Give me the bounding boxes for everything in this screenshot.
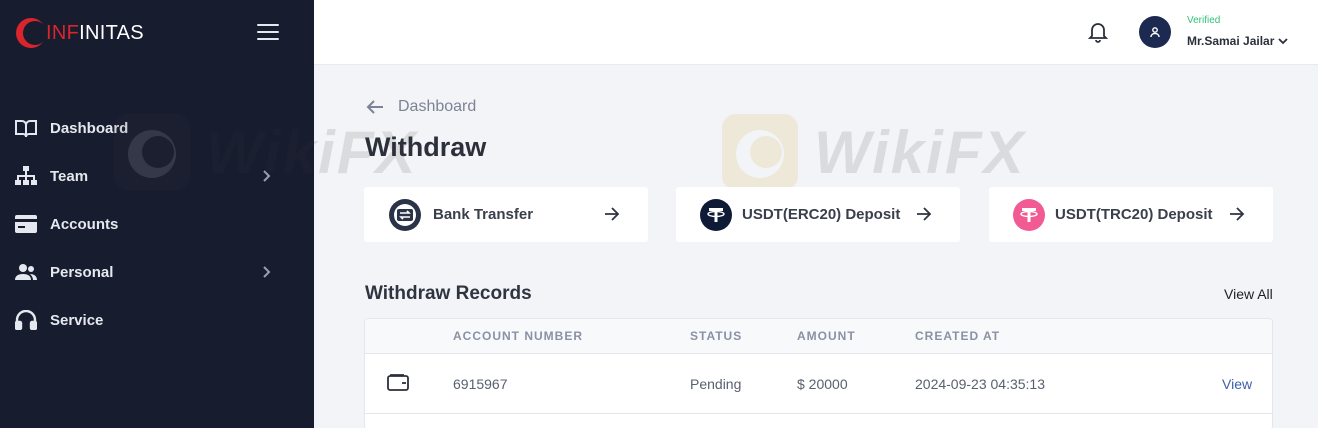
- account-number: 6915967: [453, 376, 508, 392]
- chevron-right-icon: [263, 170, 271, 182]
- chevron-down-icon[interactable]: [1278, 37, 1288, 45]
- records-title: Withdraw Records: [365, 283, 532, 304]
- sidebar-item-accounts[interactable]: Accounts: [0, 200, 314, 248]
- users-icon: [14, 260, 38, 284]
- sidebar-item-personal[interactable]: Personal: [0, 248, 314, 296]
- sidebar-item-label: Service: [50, 311, 104, 329]
- table-row: 6915967 Pending $ 20000 2024-09-23 04:35…: [365, 354, 1272, 414]
- view-all-link[interactable]: View All: [1224, 286, 1273, 302]
- page-title: Withdraw: [365, 132, 487, 162]
- chevron-right-icon: [263, 266, 271, 278]
- column-header: STATUS: [690, 329, 743, 343]
- created-at: 2024-09-23 04:35:13: [915, 376, 1045, 392]
- bell-icon[interactable]: [1087, 21, 1109, 43]
- top-header: Verified Mr.Samai Jailar: [314, 0, 1318, 65]
- verified-badge: Verified: [1187, 15, 1221, 26]
- column-header: CREATED AT: [915, 329, 1001, 343]
- sidebar-nav: Dashboard Team Accounts Personal Service: [0, 104, 314, 344]
- usdt-erc20-card[interactable]: USDT(ERC20) Deposit: [676, 187, 960, 242]
- watermark-logo-icon: [722, 114, 798, 190]
- status: Pending: [690, 376, 742, 392]
- method-label: Bank Transfer: [433, 206, 534, 223]
- amount: $ 20000: [797, 376, 848, 392]
- sitemap-icon: [14, 164, 38, 188]
- brand-logo[interactable]: INFINITAS: [14, 16, 144, 50]
- usdt-trc20-card[interactable]: USDT(TRC20) Deposit: [989, 187, 1273, 242]
- user-name[interactable]: Mr.Samai Jailar: [1187, 34, 1274, 48]
- method-label: USDT(ERC20) Deposit: [742, 206, 901, 223]
- arrow-right-icon: [917, 207, 932, 221]
- headset-icon: [14, 308, 38, 332]
- column-header: ACCOUNT NUMBER: [453, 329, 583, 343]
- logo-crescent-icon: [16, 18, 47, 48]
- sidebar-item-label: Personal: [50, 263, 114, 281]
- withdraw-records-table: ACCOUNT NUMBER STATUS AMOUNT CREATED AT …: [364, 318, 1273, 428]
- wallet-icon: [387, 374, 409, 391]
- sidebar-item-team[interactable]: Team: [0, 152, 314, 200]
- brand-name: INFINITAS: [46, 21, 144, 44]
- view-record-link[interactable]: View: [1222, 376, 1252, 392]
- sidebar-item-service[interactable]: Service: [0, 296, 314, 344]
- arrow-left-icon[interactable]: [366, 99, 384, 115]
- column-header: AMOUNT: [797, 329, 856, 343]
- breadcrumb[interactable]: Dashboard: [366, 98, 476, 116]
- sidebar-item-label: Team: [50, 167, 89, 185]
- bank-transfer-icon: [389, 198, 421, 231]
- tether-icon: [700, 198, 732, 231]
- sidebar: INFINITAS Dashboard Team Accounts Person…: [0, 0, 314, 428]
- method-label: USDT(TRC20) Deposit: [1055, 206, 1213, 223]
- bank-transfer-card[interactable]: Bank Transfer: [364, 187, 648, 242]
- menu-toggle-icon[interactable]: [257, 24, 279, 42]
- tether-icon: [1013, 198, 1045, 231]
- book-open-icon: [14, 116, 38, 140]
- arrow-right-icon: [605, 207, 620, 221]
- arrow-right-icon: [1230, 207, 1245, 221]
- breadcrumb-label[interactable]: Dashboard: [398, 98, 476, 116]
- sidebar-item-dashboard[interactable]: Dashboard: [0, 104, 314, 152]
- table-header: ACCOUNT NUMBER STATUS AMOUNT CREATED AT: [365, 319, 1272, 354]
- watermark: WikiFX: [720, 112, 1025, 192]
- user-icon: [1150, 27, 1160, 38]
- sidebar-item-label: Accounts: [50, 215, 119, 233]
- avatar[interactable]: [1139, 16, 1171, 48]
- sidebar-item-label: Dashboard: [50, 119, 129, 137]
- credit-card-icon: [14, 212, 38, 236]
